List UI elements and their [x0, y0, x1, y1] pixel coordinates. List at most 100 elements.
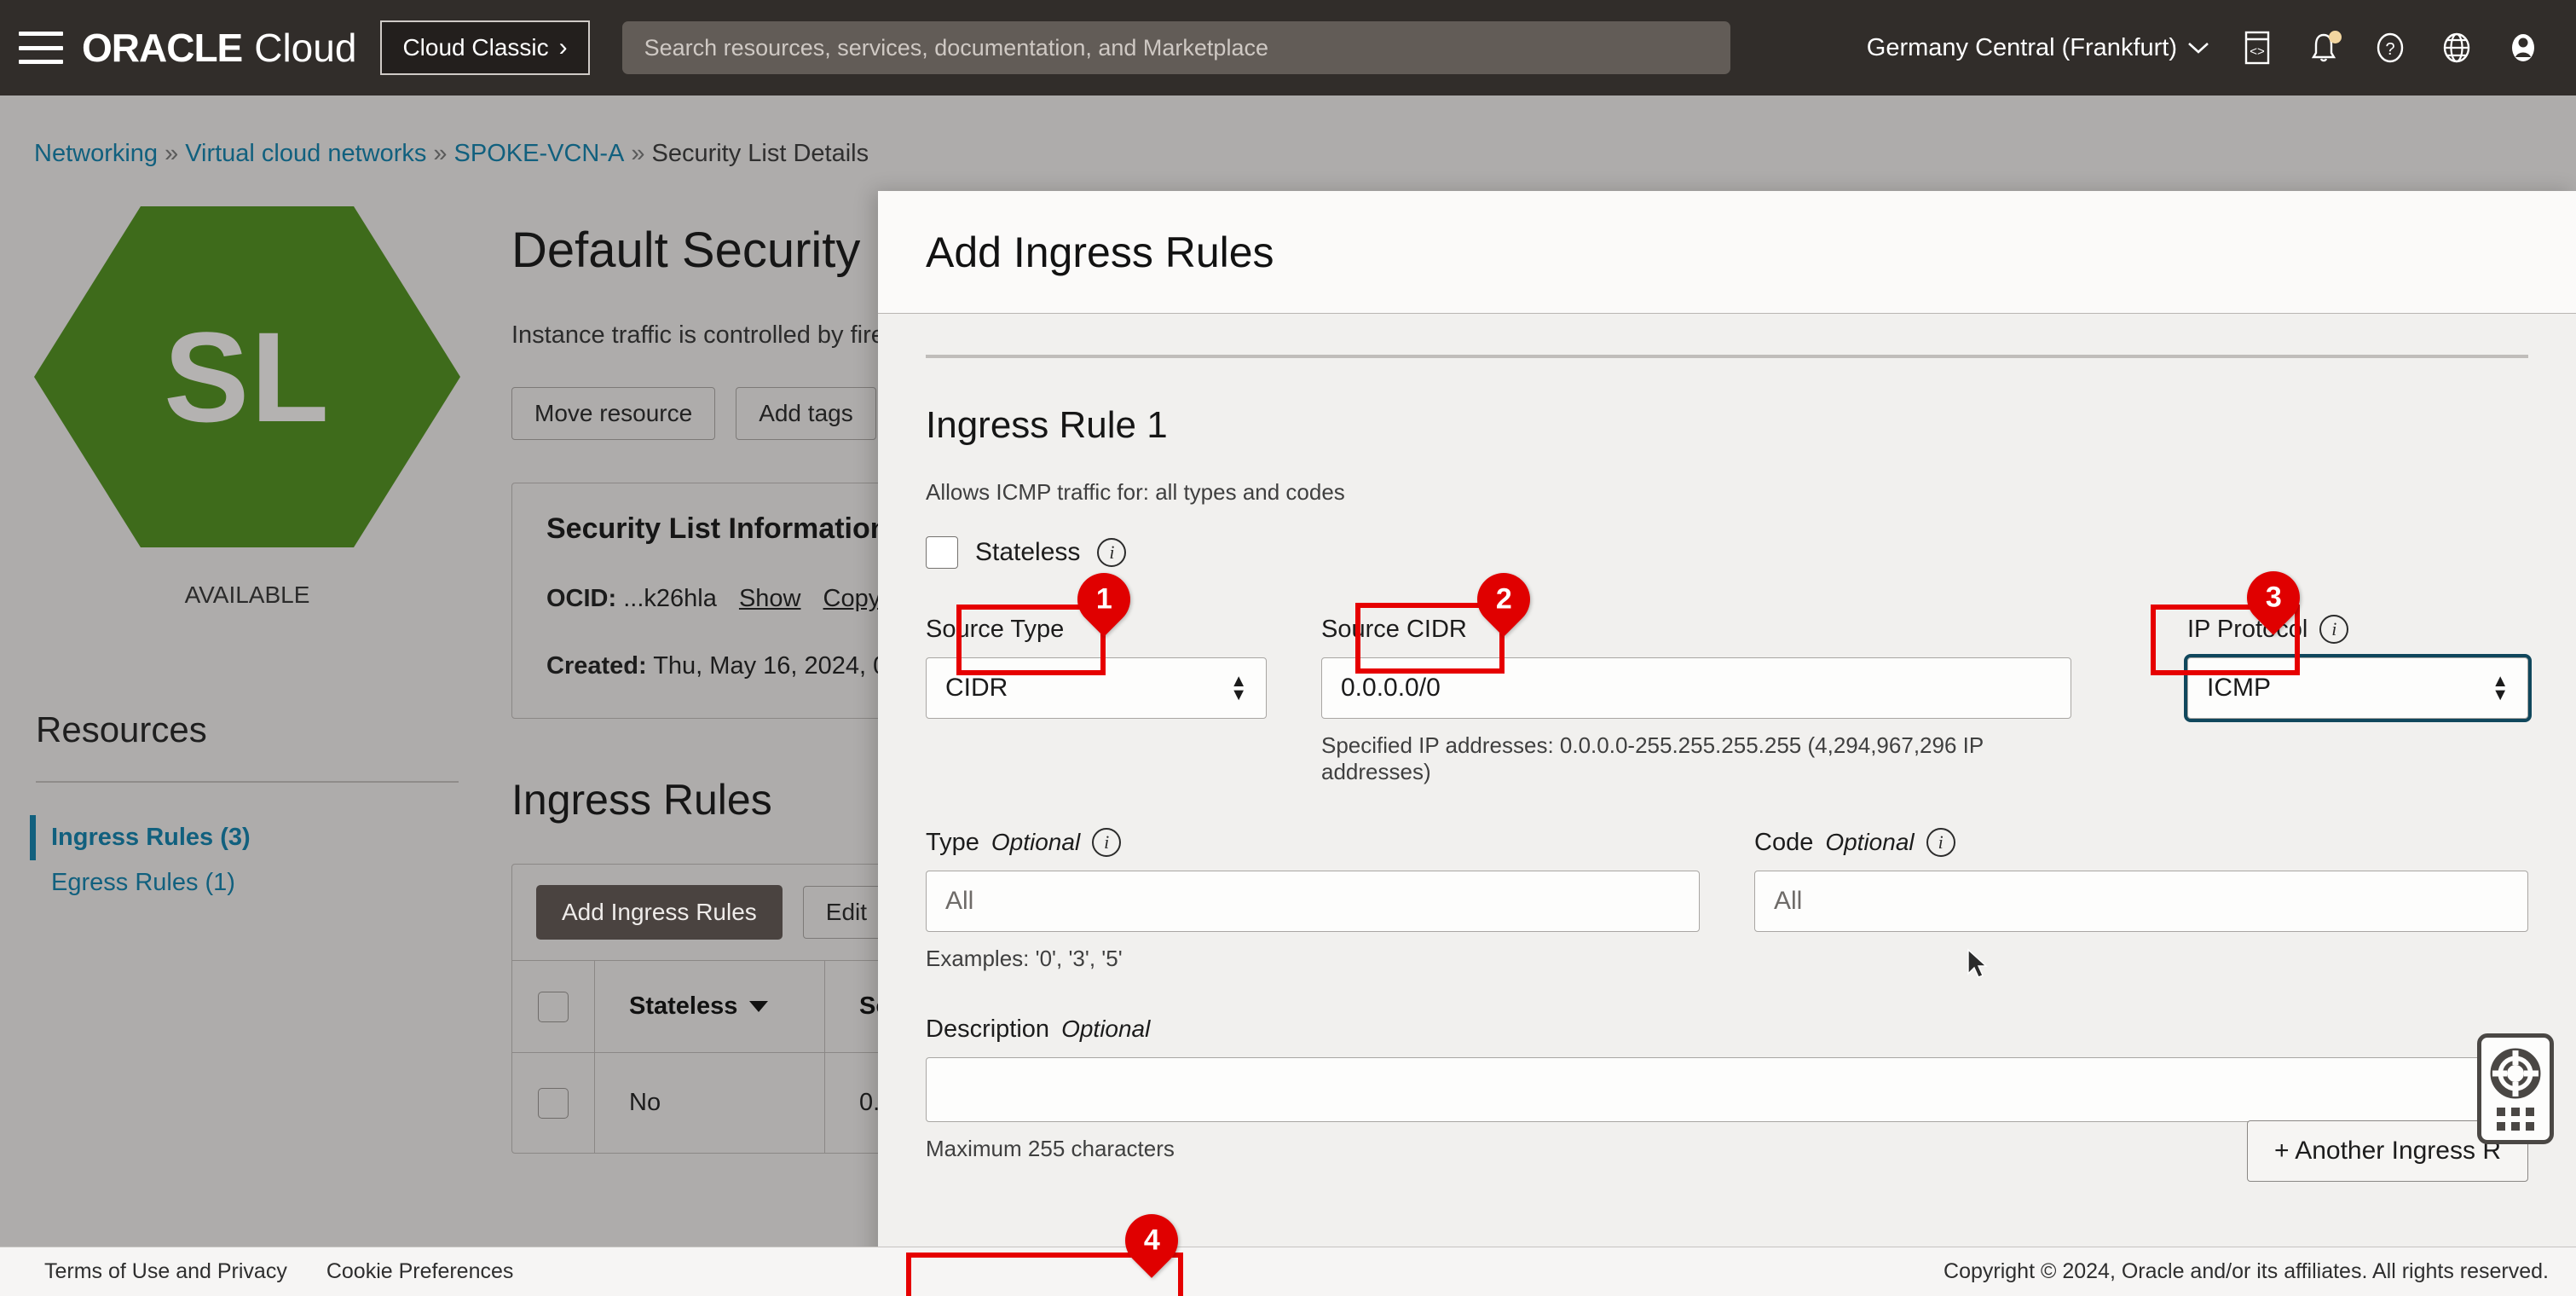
column-header-stateless[interactable]: Stateless [594, 961, 824, 1052]
select-all-cell [512, 991, 594, 1022]
cloud-wordmark: Cloud [254, 26, 357, 70]
cloud-classic-label: Cloud Classic [402, 34, 549, 61]
header-right-cluster: Germany Central (Frankfurt) <> ? [1867, 29, 2576, 67]
annotation-badge-4-number: 4 [1143, 1224, 1160, 1258]
ocid-copy-link[interactable]: Copy [823, 585, 881, 612]
annotation-badge-3-number: 3 [2265, 581, 2282, 615]
created-label: Created: [546, 652, 647, 680]
ingress-rule-1-title: Ingress Rule 1 [926, 404, 1168, 446]
stepper-arrows-icon: ▲ ▼ [1230, 671, 1247, 704]
source-cidr-label: Source CIDR [1321, 613, 2071, 645]
notifications-bell-icon[interactable] [2305, 29, 2342, 67]
panel-body: Ingress Rule 1 Allows ICMP traffic for: … [878, 314, 2576, 1264]
ip-protocol-value: ICMP [2207, 674, 2271, 702]
icmp-type-field: Type Optional i All Examples: '0', '3', … [926, 826, 1700, 972]
stateless-row: Stateless i [926, 536, 2528, 569]
column-label-stateless: Stateless [629, 992, 738, 1020]
breadcrumb-item-networking[interactable]: Networking [34, 140, 158, 167]
annotation-badge-1-number: 1 [1095, 583, 1112, 616]
stateless-label: Stateless [975, 538, 1081, 566]
info-icon[interactable]: i [2319, 615, 2349, 644]
ip-protocol-field: IP Protocol i ICMP ▲ ▼ [2184, 613, 2532, 785]
info-icon[interactable]: i [1097, 538, 1127, 567]
region-selector[interactable]: Germany Central (Frankfurt) [1867, 34, 2209, 62]
notification-dot [2329, 31, 2342, 43]
move-resource-button[interactable]: Move resource [511, 387, 716, 440]
code-optional-tag: Optional [1825, 829, 1915, 855]
top-header-bar: ORACLE Cloud Cloud Classic › Germany Cen… [0, 0, 2576, 95]
source-cidr-input[interactable]: 0.0.0.0/0 [1321, 657, 2071, 719]
panel-title: Add Ingress Rules [926, 228, 1274, 276]
chevron-down-icon [749, 1001, 769, 1012]
page-container: Networking» Virtual cloud networks» SPOKE-… [0, 95, 2576, 1296]
type-label-text: Type [926, 828, 979, 856]
mouse-cursor [1967, 948, 1988, 978]
annotation-badge-2-number: 2 [1495, 583, 1512, 616]
source-type-value: CIDR [945, 674, 1008, 702]
global-search-box[interactable] [621, 21, 1730, 74]
source-type-field: Source Type CIDR ▲ ▼ [926, 613, 1267, 785]
description-optional-tag: Optional [1061, 1015, 1151, 1042]
type-input[interactable]: All [926, 871, 1700, 932]
help-question-icon[interactable]: ? [2371, 29, 2409, 67]
add-tags-button[interactable]: Add tags [736, 387, 876, 440]
ip-protocol-label: IP Protocol i [2187, 613, 2528, 645]
life-preserver-icon [2490, 1048, 2541, 1098]
breadcrumb-separator: » [433, 140, 448, 167]
cloud-shell-icon[interactable]: <> [2238, 29, 2276, 67]
cookie-preferences-link[interactable]: Cookie Preferences [326, 1259, 514, 1284]
source-cidr-label-text: Source CIDR [1321, 615, 1467, 643]
description-input[interactable] [926, 1057, 2528, 1122]
breadcrumb-item-vcns[interactable]: Virtual cloud networks [185, 140, 426, 167]
type-label: Type Optional i [926, 826, 1700, 859]
ip-protocol-label-text: IP Protocol [2187, 615, 2308, 643]
resource-badge-wrapper: SL [0, 206, 494, 547]
type-optional-tag: Optional [991, 829, 1081, 855]
icmp-code-field: Code Optional i All [1754, 826, 2528, 972]
ip-protocol-select[interactable]: ICMP ▲ ▼ [2184, 654, 2532, 722]
copyright-text: Copyright © 2024, Oracle and/or its affi… [1944, 1259, 2549, 1283]
hamburger-menu-icon[interactable] [19, 32, 63, 64]
terms-link[interactable]: Terms of Use and Privacy [44, 1259, 287, 1284]
sidebar-item-ingress-rules[interactable]: Ingress Rules (3) [30, 815, 494, 860]
breadcrumb-item-current: Security List Details [651, 140, 869, 167]
oracle-cloud-logo[interactable]: ORACLE Cloud [82, 25, 356, 71]
info-icon[interactable]: i [1092, 828, 1122, 857]
search-input[interactable] [644, 34, 1708, 61]
stateless-checkbox[interactable] [926, 536, 958, 569]
panel-top-divider [926, 355, 2528, 358]
resources-heading: Resources [36, 709, 207, 749]
breadcrumb-separator: » [165, 140, 179, 167]
select-all-checkbox[interactable] [538, 991, 569, 1022]
user-avatar-icon[interactable] [2504, 29, 2542, 67]
breadcrumb-separator: » [631, 140, 645, 167]
source-type-select[interactable]: CIDR ▲ ▼ [926, 657, 1267, 719]
svg-text:<>: <> [2250, 44, 2265, 59]
cloud-classic-button[interactable]: Cloud Classic › [380, 20, 590, 75]
left-sidebar: SL AVAILABLE Resources Ingress Rules (3)… [0, 198, 494, 905]
type-placeholder: All [945, 887, 974, 915]
resources-divider [36, 781, 459, 783]
ocid-show-link[interactable]: Show [739, 585, 801, 612]
svg-text:?: ? [2385, 40, 2394, 59]
panel-header: Add Ingress Rules [878, 191, 2576, 314]
edit-button[interactable]: Edit [802, 886, 891, 939]
stepper-arrows-icon: ▲ ▼ [2492, 671, 2509, 704]
help-widget[interactable] [2477, 1033, 2554, 1144]
code-label-text: Code [1754, 828, 1814, 856]
sidebar-item-egress-rules[interactable]: Egress Rules (1) [36, 860, 494, 905]
badge-initials: SL [164, 304, 331, 448]
language-globe-icon[interactable] [2438, 29, 2475, 67]
add-ingress-rules-button[interactable]: Add Ingress Rules [536, 885, 783, 940]
info-icon[interactable]: i [1926, 828, 1955, 857]
page-footer: Terms of Use and Privacy Cookie Preferen… [0, 1247, 2576, 1296]
description-label: Description Optional [926, 1013, 2528, 1045]
row-checkbox[interactable] [538, 1087, 569, 1119]
breadcrumb: Networking» Virtual cloud networks» SPOKE-… [34, 140, 869, 168]
cell-value-stateless: No [629, 1089, 661, 1116]
source-cidr-value: 0.0.0.0/0 [1341, 674, 1441, 702]
primary-fields-row: Source Type CIDR ▲ ▼ Source CIDR 0.0.0.0/… [926, 613, 2532, 785]
code-input[interactable]: All [1754, 871, 2528, 932]
breadcrumb-item-spoke-vcn-a[interactable]: SPOKE-VCN-A [454, 140, 625, 167]
ocid-value: ...k26hla [623, 585, 717, 612]
